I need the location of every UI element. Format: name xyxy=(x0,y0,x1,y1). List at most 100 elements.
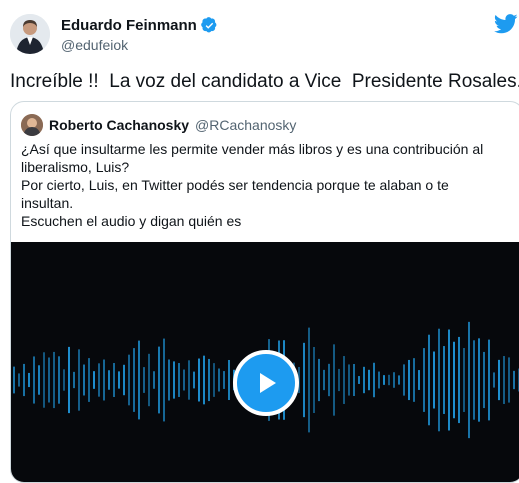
waveform-bar xyxy=(73,371,75,389)
waveform-bar xyxy=(413,358,415,402)
waveform-bar xyxy=(443,346,445,414)
waveform-bar xyxy=(398,375,400,385)
quoted-author-handle[interactable]: @RCachanosky xyxy=(195,116,296,134)
author-name-row[interactable]: Eduardo Feinmann xyxy=(61,16,218,35)
waveform-bar xyxy=(513,370,515,390)
quoted-avatar[interactable] xyxy=(21,114,43,136)
waveform-bar xyxy=(408,359,410,401)
waveform-bar xyxy=(388,374,390,386)
waveform-bar xyxy=(128,354,130,406)
waveform-bar xyxy=(483,351,485,409)
waveform-bar xyxy=(328,363,330,397)
waveform-bar xyxy=(223,371,225,389)
author-name[interactable]: Eduardo Feinmann xyxy=(61,16,197,35)
quoted-text-line: Escuchen el audio y digan quién es xyxy=(21,213,242,229)
waveform-bar xyxy=(93,371,95,389)
waveform-bar xyxy=(48,357,50,403)
waveform-bar xyxy=(358,376,360,384)
waveform-bar xyxy=(218,368,220,392)
waveform-bar xyxy=(208,358,210,402)
waveform-bar xyxy=(463,348,465,412)
waveform-bar xyxy=(478,338,480,422)
waveform-bar xyxy=(498,359,500,401)
waveform-bar xyxy=(438,328,440,432)
waveform-bar xyxy=(33,356,35,404)
quoted-text-line: insultan. xyxy=(21,195,74,211)
media-video[interactable] xyxy=(11,242,519,482)
waveform-bar xyxy=(63,369,65,391)
waveform-bar xyxy=(168,359,170,401)
author-block: Eduardo Feinmann @edufeiok xyxy=(61,16,218,54)
waveform-bar xyxy=(13,366,15,394)
waveform-bar xyxy=(403,364,405,396)
waveform-bar xyxy=(18,373,20,387)
waveform-bar xyxy=(383,375,385,385)
waveform-bar xyxy=(78,349,80,411)
quoted-tweet[interactable]: Roberto Cachanosky @RCachanosky ¿Así que… xyxy=(10,101,519,483)
waveform-bar xyxy=(343,356,345,404)
waveform-bar xyxy=(108,370,110,390)
waveform-bar xyxy=(153,371,155,389)
play-icon xyxy=(260,373,276,393)
waveform-bar xyxy=(418,370,420,390)
waveform-bar xyxy=(88,358,90,402)
waveform-bar xyxy=(68,346,70,414)
waveform-bar xyxy=(473,340,475,420)
waveform-bar xyxy=(353,363,355,397)
waveform-bar xyxy=(468,321,470,439)
waveform-bar xyxy=(43,352,45,408)
waveform-bar xyxy=(453,341,455,419)
waveform-bar xyxy=(488,339,490,421)
author-avatar-image xyxy=(10,14,50,54)
waveform-bar xyxy=(393,372,395,388)
waveform-bar xyxy=(133,348,135,412)
waveform-bar xyxy=(493,372,495,388)
waveform-bar xyxy=(28,372,30,388)
waveform-bar xyxy=(323,369,325,391)
waveform-bar xyxy=(348,364,350,396)
waveform-bar xyxy=(203,355,205,405)
waveform-bar xyxy=(338,368,340,392)
waveform-bar xyxy=(428,334,430,426)
waveform-bar xyxy=(123,364,125,396)
waveform-bar xyxy=(198,358,200,402)
quoted-text-line: Por cierto, Luis, en Twitter podés ser t… xyxy=(21,177,449,193)
waveform-bar xyxy=(378,371,380,389)
quoted-text-line: ¿Así que insultarme les permite vender m… xyxy=(21,141,484,157)
author-handle[interactable]: @edufeiok xyxy=(61,36,218,54)
waveform-bar xyxy=(183,369,185,391)
waveform-bar xyxy=(508,357,510,403)
quoted-header: Roberto Cachanosky @RCachanosky xyxy=(21,114,296,136)
waveform-bar xyxy=(318,358,320,402)
waveform-bar xyxy=(118,371,120,389)
waveform-bar xyxy=(363,366,365,394)
waveform-bar xyxy=(23,363,25,397)
waveform-bar xyxy=(173,361,175,399)
waveform-bar xyxy=(98,363,100,397)
waveform-bar xyxy=(103,359,105,401)
waveform-bar xyxy=(138,340,140,420)
verified-badge-icon xyxy=(201,17,217,33)
quoted-text-line: liberalismo, Luis? xyxy=(21,159,130,175)
waveform-bar xyxy=(368,369,370,391)
tweet-card: Eduardo Feinmann @edufeiok Increíble !! … xyxy=(0,0,519,483)
tweet-text: Increíble !! La voz del candidato a Vice… xyxy=(10,71,519,92)
waveform-bar xyxy=(458,336,460,424)
waveform-bar xyxy=(313,346,315,414)
author-avatar[interactable] xyxy=(10,14,50,54)
waveform-bar xyxy=(38,365,40,395)
play-button[interactable] xyxy=(233,350,299,416)
waveform-bar xyxy=(503,356,505,404)
quoted-author-name[interactable]: Roberto Cachanosky xyxy=(49,116,189,134)
waveform-bar xyxy=(308,327,310,433)
waveform-bar xyxy=(158,346,160,414)
waveform-bar xyxy=(193,371,195,389)
waveform-bar xyxy=(113,362,115,398)
twitter-bird-icon[interactable] xyxy=(494,14,518,34)
waveform-bar xyxy=(53,351,55,409)
waveform-bar xyxy=(433,351,435,409)
waveform-bar xyxy=(448,329,450,431)
waveform-bar xyxy=(423,348,425,412)
waveform-bar xyxy=(228,359,230,401)
quoted-avatar-image xyxy=(21,114,43,136)
